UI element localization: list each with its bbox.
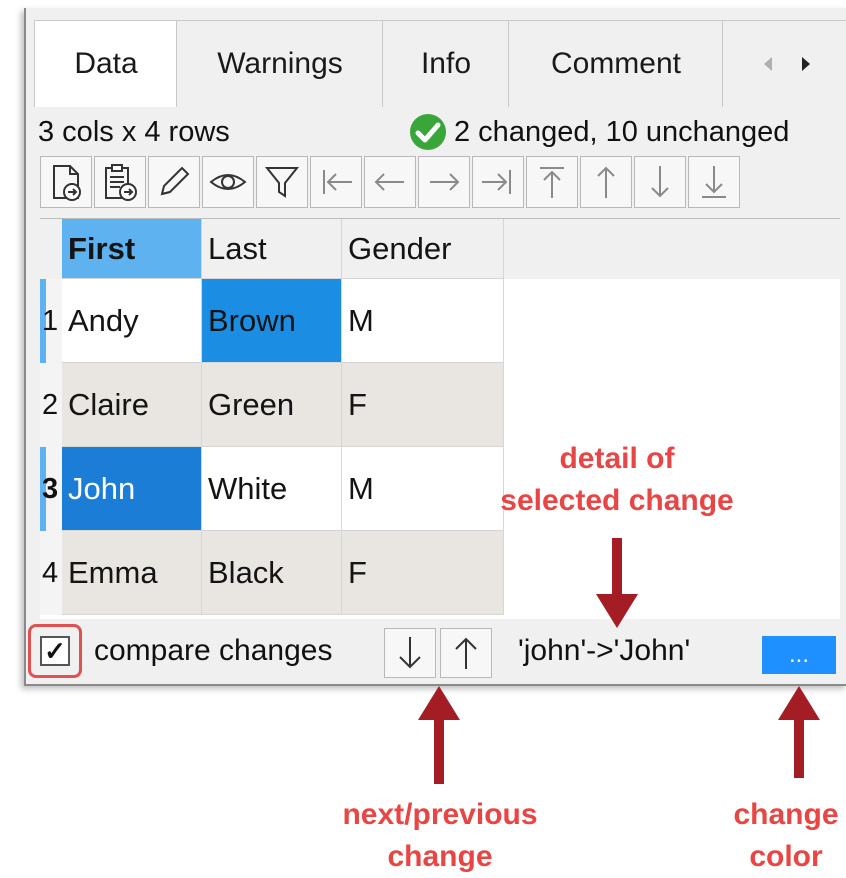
tab-bar: Data Warnings Info Comment [34,20,846,107]
tab-info[interactable]: Info [382,20,510,107]
insert-file-button[interactable] [40,156,92,208]
next-column-button[interactable] [418,156,470,208]
bottom-row-button[interactable] [688,156,740,208]
table-cell[interactable]: Black [202,531,342,615]
table-cell[interactable]: Andy [62,279,202,363]
next-change-button[interactable] [384,628,436,678]
table-cell[interactable]: White [202,447,342,531]
tab-scroll-left-icon[interactable] [750,42,786,86]
change-status-text: 2 changed, 10 unchanged [454,115,790,148]
column-header-first[interactable]: First [62,219,202,279]
insert-file-icon [53,165,81,201]
table-cell[interactable]: F [342,363,504,447]
top-row-button[interactable] [526,156,578,208]
compare-changes-label: compare changes [94,634,333,667]
change-detail-text: 'john'->'John' [518,634,691,667]
tab-scroll-right-icon[interactable] [788,42,824,86]
edit-pencil-icon [160,166,190,196]
next-row-button[interactable] [634,156,686,208]
left-arrow-icon [374,173,404,191]
annotation-color: change color [733,798,839,873]
tab-data[interactable]: Data [34,20,178,107]
view-eye-icon [209,174,247,190]
previous-column-button[interactable] [364,156,416,208]
data-grid: First Last Gender 1 Andy Brown M 2 Clair… [40,218,840,619]
annotation-detail: detail of selected change [500,442,734,517]
up-arrow-icon [597,166,615,198]
bottom-row-icon [702,166,726,198]
row-header-selected[interactable]: 3 [40,447,62,531]
tab-comment[interactable]: Comment [508,20,724,107]
top-row-icon [540,167,564,198]
application-panel: Data Warnings Info Comment 3 cols x 4 ro… [24,8,846,686]
down-arrow-icon [651,166,669,198]
table-cell[interactable]: Claire [62,363,202,447]
compare-changes-checkbox[interactable]: ✓ [40,636,70,666]
view-button[interactable] [202,156,254,208]
arrow-up-icon [418,686,460,784]
compare-bar: ✓ compare changes 'john'->'John' ... [26,622,846,684]
info-bar: 3 cols x 4 rows 2 changed, 10 unchanged [38,106,846,158]
table-cell[interactable]: F [342,531,504,615]
dimensions-text: 3 cols x 4 rows [38,116,230,148]
column-header-last[interactable]: Last [202,219,342,279]
check-circle-icon [410,114,446,150]
selected-changed-cell[interactable]: John [62,447,202,531]
first-column-icon [323,170,352,194]
last-column-icon [482,170,511,194]
edit-button[interactable] [148,156,200,208]
up-arrow-icon [455,637,477,669]
column-header-gender[interactable]: Gender [342,219,504,279]
arrow-up-icon [778,686,820,778]
row-header[interactable]: 2 [40,363,62,447]
changed-cell[interactable]: Brown [202,279,342,363]
previous-change-button[interactable] [440,628,492,678]
right-arrow-icon [430,173,460,191]
first-column-button[interactable] [310,156,362,208]
table-cell[interactable]: Green [202,363,342,447]
paste-icon [105,164,137,201]
previous-row-button[interactable] [580,156,632,208]
tab-warnings[interactable]: Warnings [176,20,384,107]
down-arrow-icon [399,637,421,669]
row-header[interactable]: 4 [40,531,62,615]
last-column-button[interactable] [472,156,524,208]
annotation-navigation: next/previous change [342,798,538,873]
table-cell[interactable]: M [342,279,504,363]
change-color-button[interactable]: ... [762,636,836,674]
arrow-down-icon [596,538,638,628]
row-header[interactable]: 1 [40,279,62,363]
change-status: 2 changed, 10 unchanged [408,112,789,152]
paste-button[interactable] [94,156,146,208]
filter-button[interactable] [256,156,308,208]
filter-icon [264,167,300,198]
corner-cell[interactable] [40,219,62,279]
table-cell[interactable]: Emma [62,531,202,615]
